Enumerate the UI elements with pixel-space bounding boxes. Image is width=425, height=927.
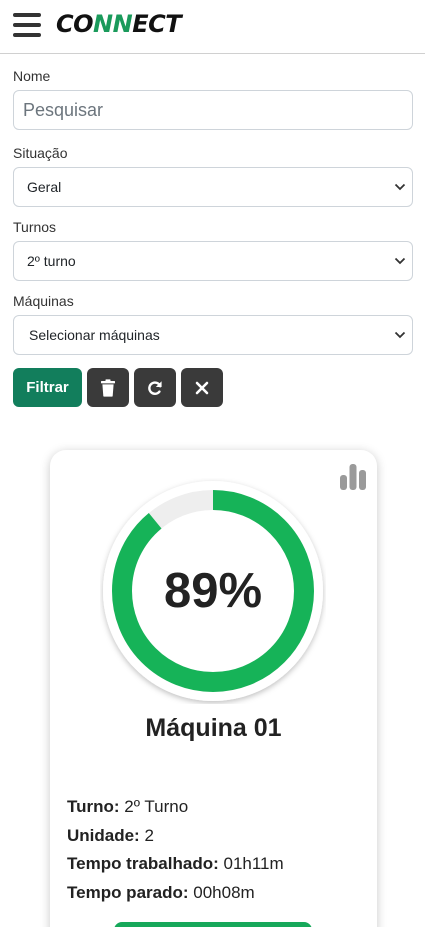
refresh-icon <box>148 380 162 395</box>
situacao-label: Situação <box>13 145 68 161</box>
chevron-down-icon <box>394 183 406 191</box>
delete-button[interactable] <box>87 368 129 407</box>
detail-tempo-parado: Tempo parado: 00h08m <box>67 882 255 902</box>
close-icon <box>195 381 209 394</box>
name-search-input[interactable] <box>13 90 413 130</box>
maquinas-label: Máquinas <box>13 293 74 309</box>
filter-button[interactable]: Filtrar <box>13 368 82 407</box>
detail-unidade: Unidade: 2 <box>67 825 154 845</box>
chevron-down-icon <box>394 331 406 339</box>
machine-details: Turno: 2º Turno Unidade: 2 Tempo trabalh… <box>67 793 367 907</box>
maquinas-selected: Selecionar máquinas <box>29 327 160 343</box>
clear-button[interactable] <box>181 368 223 407</box>
refresh-button[interactable] <box>134 368 176 407</box>
detail-turno: Turno: 2º Turno <box>67 797 189 816</box>
machine-name: Máquina 01 <box>145 714 282 742</box>
chevron-down-icon <box>394 257 406 265</box>
turnos-selected: 2º turno <box>27 253 76 269</box>
situacao-selected: Geral <box>27 179 62 195</box>
machine-action-button[interactable] <box>114 922 312 927</box>
menu-icon[interactable] <box>13 12 41 38</box>
turnos-label: Turnos <box>13 219 57 235</box>
filter-actions: Filtrar <box>13 368 223 407</box>
name-label: Nome <box>13 68 51 84</box>
maquinas-select[interactable]: Selecionar máquinas <box>13 315 413 355</box>
utilization-percent: 89% <box>163 564 263 618</box>
bar-chart-icon[interactable] <box>338 462 368 490</box>
detail-tempo-trabalhado: Tempo trabalhado: 01h11m <box>67 854 284 873</box>
app-logo[interactable]: CONNECT <box>56 10 182 38</box>
machine-card: 89% Máquina 01 Turno: 2º Turno Unidade: … <box>50 450 377 927</box>
filter-form: Nome Situação Geral Turnos 2º turno Máqu… <box>13 68 413 355</box>
top-navbar: CONNECT <box>0 0 425 54</box>
situacao-select[interactable]: Geral <box>13 167 413 207</box>
turnos-select[interactable]: 2º turno <box>13 241 413 281</box>
trash-icon <box>101 378 115 397</box>
